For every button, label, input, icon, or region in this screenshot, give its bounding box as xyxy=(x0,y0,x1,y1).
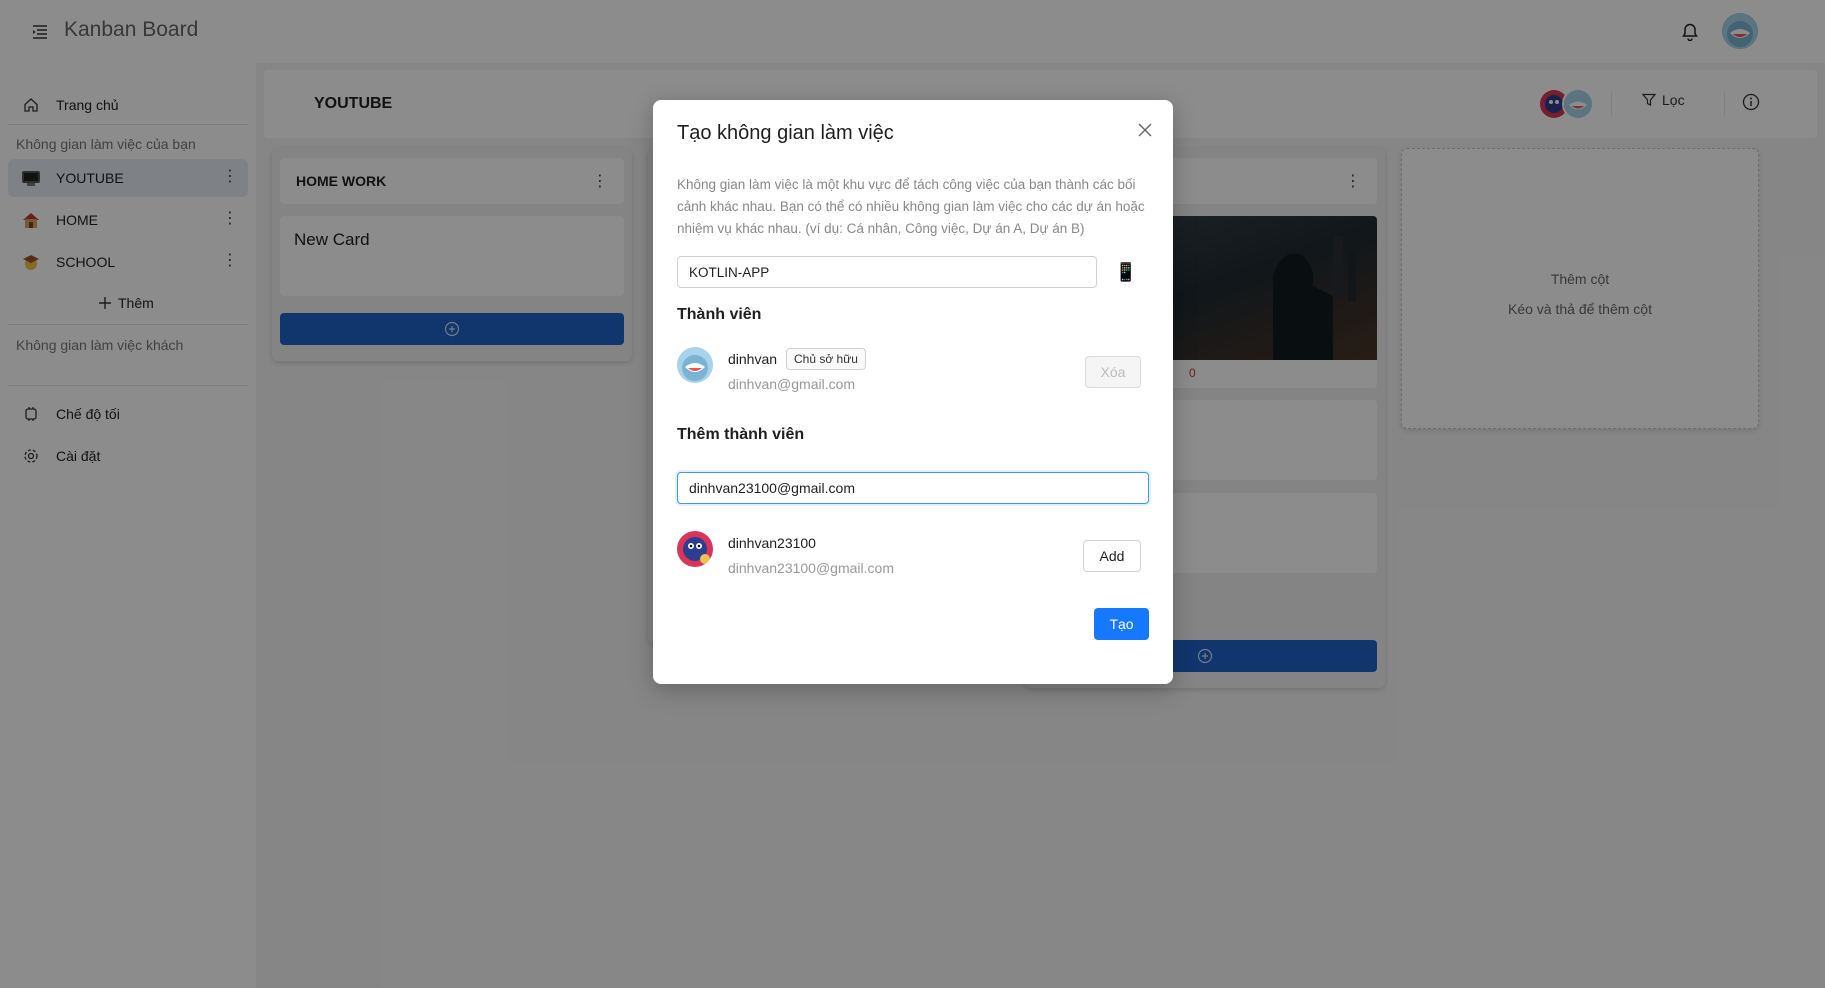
add-member-button[interactable]: Add xyxy=(1083,540,1141,572)
search-result-email: dinhvan23100@gmail.com xyxy=(728,560,894,576)
member-name: dinhvan xyxy=(728,351,778,367)
close-icon[interactable] xyxy=(1133,118,1157,142)
workspace-name-input[interactable] xyxy=(677,256,1097,288)
avatar xyxy=(677,347,713,383)
search-result-name: dinhvan23100 xyxy=(728,535,816,551)
owner-badge: Chủ sở hữu xyxy=(786,348,866,370)
remove-member-button[interactable]: Xóa xyxy=(1085,356,1141,388)
create-workspace-button[interactable]: Tạo xyxy=(1094,608,1149,640)
add-member-heading: Thêm thành viên xyxy=(677,426,805,443)
create-workspace-modal: Tạo không gian làm việc Không gian làm v… xyxy=(653,100,1173,684)
avatar xyxy=(677,531,713,567)
modal-title: Tạo không gian làm việc xyxy=(677,122,894,144)
member-email-search-input[interactable] xyxy=(677,472,1149,504)
members-heading: Thành viên xyxy=(677,306,762,323)
modal-description: Không gian làm việc là một khu vực để tá… xyxy=(677,177,1145,236)
member-email: dinhvan@gmail.com xyxy=(728,376,856,392)
emoji-picker-button[interactable]: 📱 xyxy=(1113,258,1139,286)
